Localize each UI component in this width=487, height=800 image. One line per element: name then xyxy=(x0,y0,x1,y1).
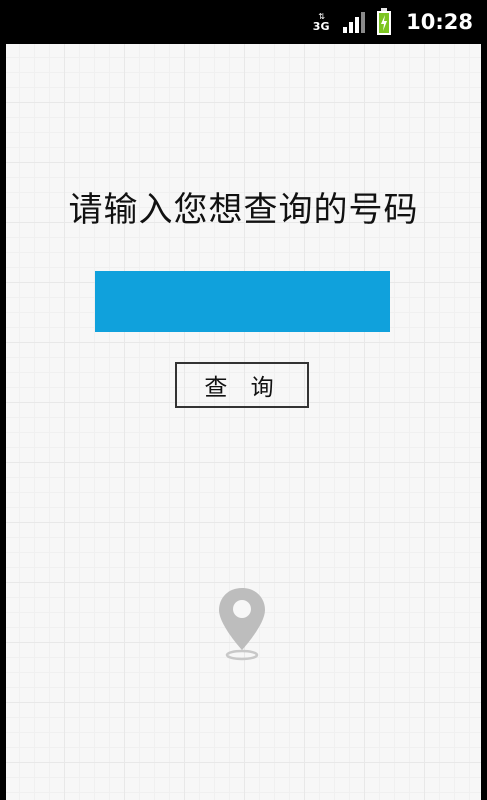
status-clock: 10:28 xyxy=(406,10,473,34)
status-icons: ⇅ 3G 10:28 xyxy=(310,0,473,44)
data-3g-icon: ⇅ 3G xyxy=(310,9,332,35)
prompt-heading: 请输入您想查询的号码 xyxy=(68,190,419,230)
signal-strength-icon xyxy=(342,10,366,34)
app-content: 请输入您想查询的号码 查 询 xyxy=(6,44,481,800)
query-button[interactable]: 查 询 xyxy=(175,362,309,408)
battery-charging-icon xyxy=(376,8,392,36)
network-type-label: 3G xyxy=(312,19,330,33)
location-pin-icon xyxy=(212,584,272,664)
number-input[interactable] xyxy=(95,271,390,332)
status-bar: ⇅ 3G 10:28 xyxy=(0,0,487,44)
